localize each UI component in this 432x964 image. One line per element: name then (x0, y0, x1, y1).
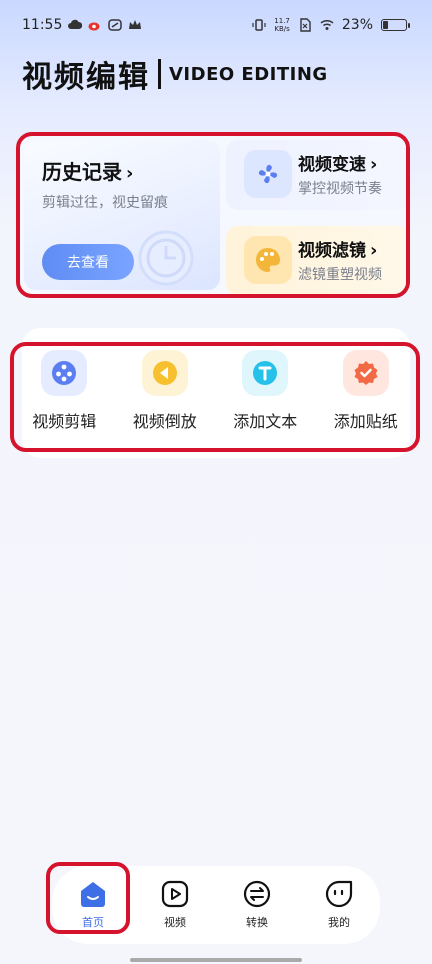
nav-label: 视频 (164, 916, 186, 929)
convert-icon (243, 880, 271, 908)
status-right: 11.7 KB/s 23% (252, 17, 410, 33)
tool-video-clip[interactable]: 视频剪辑 (19, 350, 109, 432)
title-divider (158, 59, 161, 89)
text-icon (253, 361, 278, 385)
tool-add-sticker[interactable]: 添加贴纸 (321, 350, 411, 432)
tool-label: 视频倒放 (132, 412, 197, 431)
nav-highlight-frame (46, 862, 130, 934)
view-history-button[interactable]: 去查看 (42, 244, 134, 280)
chevron-right-icon: › (370, 154, 378, 175)
page-title: 视频编辑 (22, 60, 150, 95)
tool-label: 视频剪辑 (32, 412, 97, 431)
fan-icon (258, 164, 278, 184)
video-speed-card[interactable]: 视频变速 › 掌控视频节奏 (226, 140, 406, 210)
tool-video-reverse[interactable]: 视频倒放 (120, 350, 210, 432)
app-notification-icon (108, 19, 123, 31)
video-filter-title-row: 视频滤镜 › (298, 236, 377, 261)
status-left: 11:55 (22, 17, 142, 33)
network-speed-unit: KB/s (274, 25, 290, 33)
filter-icon-tile (244, 236, 292, 284)
battery-icon (381, 19, 410, 31)
vibrate-icon (252, 19, 266, 31)
network-speed: 11.7 KB/s (274, 17, 290, 33)
video-filter-card[interactable]: 视频滤镜 › 滤镜重塑视频 (226, 226, 406, 294)
chevron-right-icon: › (370, 240, 378, 261)
palette-icon (256, 248, 280, 272)
nav-item-profile[interactable]: 我的 (298, 880, 380, 930)
weibo-icon (88, 22, 100, 31)
wifi-icon (320, 19, 334, 30)
video-icon (161, 880, 189, 908)
history-subtitle: 剪辑过往，视史留痕 (42, 195, 168, 211)
crown-icon (129, 20, 142, 29)
page-title-english: VIDEO EDITING (169, 63, 328, 85)
history-card[interactable]: 历史记录 › 剪辑过往，视史留痕 去查看 (24, 140, 220, 290)
video-filter-title: 视频滤镜 (298, 241, 366, 261)
video-speed-title: 视频变速 (298, 155, 366, 175)
history-title-row: 历史记录 › (42, 156, 133, 185)
tool-icon-tile (242, 350, 289, 396)
tool-label: 添加贴纸 (333, 412, 398, 431)
network-speed-value: 11.7 (274, 17, 290, 25)
tools-panel: 视频剪辑 视频倒放 添加文本 添加贴纸 (10, 342, 420, 452)
page-header: 视频编辑 VIDEO EDITING (22, 52, 328, 96)
tool-icon-tile (342, 350, 389, 396)
clock-icon (138, 230, 194, 286)
status-bar: 11:55 11.7 KB/s 23% (0, 0, 432, 50)
tool-icon-tile (141, 350, 188, 396)
cloud-icon (68, 19, 83, 29)
history-title: 历史记录 (42, 160, 122, 184)
speed-icon-tile (244, 150, 292, 198)
nav-item-convert[interactable]: 转换 (216, 880, 298, 930)
nav-label: 转换 (246, 916, 268, 929)
status-time: 11:55 (22, 17, 63, 33)
nav-item-video[interactable]: 视频 (134, 880, 216, 930)
video-filter-subtitle: 滤镜重塑视频 (298, 267, 382, 283)
sticker-icon (354, 361, 378, 385)
video-speed-title-row: 视频变速 › (298, 150, 377, 175)
sim-icon (300, 18, 311, 32)
feature-cards: 历史记录 › 剪辑过往，视史留痕 去查看 视频变速 › 掌控视频节奏 视频滤镜 … (16, 132, 410, 298)
nav-label: 我的 (328, 916, 350, 929)
tool-label: 添加文本 (233, 412, 298, 431)
profile-icon (325, 880, 353, 908)
battery-percent: 23% (341, 17, 373, 33)
chevron-right-icon: › (126, 163, 134, 184)
tool-add-text[interactable]: 添加文本 (220, 350, 310, 432)
home-indicator (130, 958, 302, 962)
video-speed-subtitle: 掌控视频节奏 (298, 181, 382, 197)
film-reel-icon (52, 361, 77, 385)
tool-icon-tile (41, 350, 88, 396)
rewind-icon (152, 361, 177, 385)
